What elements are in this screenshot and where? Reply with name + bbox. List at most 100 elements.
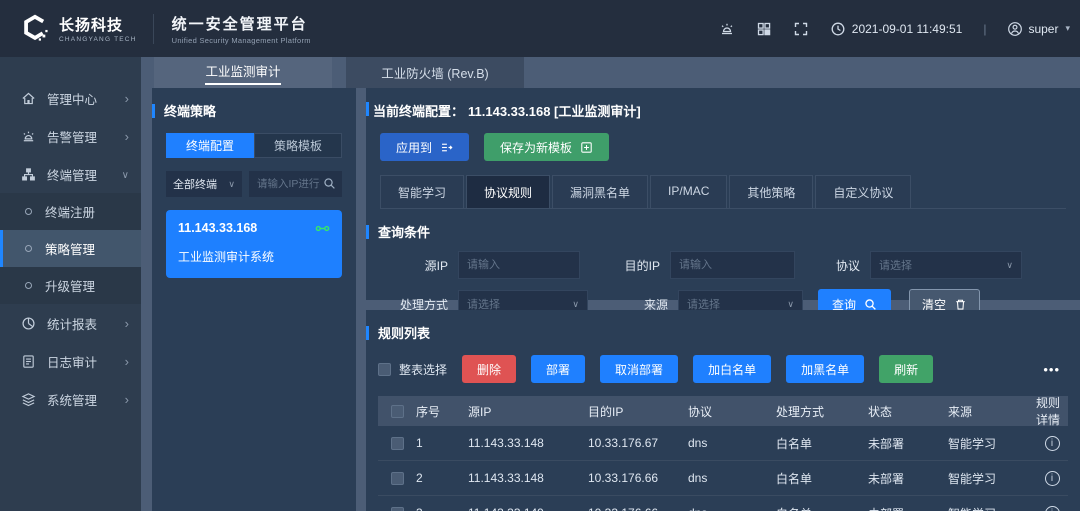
brand-text: 长扬科技 CHANGYANG TECH (59, 14, 137, 43)
terminal-card-selected[interactable]: 11.143.33.168 工业监测审计系统 (166, 210, 342, 278)
col-no: 序号 (416, 403, 468, 420)
col-status: 状态 (868, 403, 948, 420)
subtab-protocol-rules[interactable]: 协议规则 (466, 175, 550, 208)
chevron-right-icon (125, 355, 129, 368)
sidebar-item-system-management[interactable]: 系统管理 (0, 380, 141, 418)
chevron-down-icon (122, 167, 129, 181)
sidebar-subitem-label: 终端注册 (45, 202, 95, 221)
apply-to-button[interactable]: 应用到 (380, 133, 469, 161)
sidebar-item-statistics-report[interactable]: 统计报表 (0, 304, 141, 342)
brand-logo[interactable]: 长扬科技 CHANGYANG TECH (0, 14, 153, 44)
query-row-1: 源IP 目的IP 协议 请选择 (380, 251, 1066, 279)
add-whitelist-button[interactable]: 加白名单 (693, 355, 771, 383)
top-header: 长扬科技 CHANGYANG TECH 统一安全管理平台 Unified Sec… (0, 0, 1080, 57)
rule-detail-info-icon[interactable]: i (1045, 436, 1060, 451)
tab-industrial-monitor-audit[interactable]: 工业监测审计 (154, 57, 332, 88)
sidebar-item-label: 管理中心 (47, 89, 97, 108)
subtab-custom-protocol[interactable]: 自定义协议 (815, 175, 911, 208)
sidebar-item-management-center[interactable]: 管理中心 (0, 79, 141, 117)
row-checkbox[interactable] (391, 472, 404, 485)
policy-subtabs: 智能学习 协议规则 漏洞黑名单 IP/MAC 其他策略 自定义协议 (380, 175, 1066, 209)
policy-toggle: 终端配置 策略模板 (166, 133, 342, 158)
rule-detail-info-icon[interactable]: i (1045, 471, 1060, 486)
sidebar-subitem-upgrade-management[interactable]: 升级管理 (0, 267, 141, 304)
sidebar-subitem-policy-management[interactable]: 策略管理 (0, 230, 141, 267)
apps-grid-icon[interactable] (756, 21, 772, 37)
delete-button[interactable]: 删除 (462, 355, 516, 383)
title-accent-bar (152, 104, 155, 118)
toggle-policy-template[interactable]: 策略模板 (254, 133, 342, 158)
cell-no: 2 (416, 471, 468, 485)
title-accent-bar (366, 102, 369, 116)
header-checkbox[interactable] (391, 405, 404, 418)
refresh-button[interactable]: 刷新 (879, 355, 933, 383)
tab-industrial-firewall[interactable]: 工业防火墙 (Rev.B) (346, 57, 524, 88)
dst-ip-input[interactable] (670, 251, 795, 279)
apply-to-label: 应用到 (396, 139, 432, 156)
username-text: super (1028, 22, 1058, 36)
sidebar-item-terminal-management[interactable]: 终端管理 (0, 155, 141, 193)
protocol-group: 协议 请选择 (826, 251, 1022, 279)
rules-table: 序号 源IP 目的IP 协议 处理方式 状态 来源 规则详情 1 (378, 396, 1068, 513)
toggle-terminal-config[interactable]: 终端配置 (166, 133, 254, 158)
sitemap-icon (21, 167, 36, 182)
config-title-value: 11.143.33.168 [工业监测审计] (468, 101, 641, 120)
col-method: 处理方式 (776, 403, 868, 420)
plus-square-icon (580, 141, 593, 154)
all-terminals-select[interactable]: 全部终端 (166, 171, 242, 197)
trash-icon (954, 298, 967, 311)
tab-label: 工业监测审计 (205, 61, 280, 85)
sidebar-item-log-audit[interactable]: 日志审计 (0, 342, 141, 380)
sidebar-item-label: 日志审计 (47, 352, 97, 371)
platform-title-block: 统一安全管理平台 Unified Security Management Pla… (154, 13, 311, 45)
user-icon (1007, 21, 1023, 37)
fullscreen-icon[interactable] (793, 21, 809, 37)
user-menu[interactable]: super (1007, 21, 1070, 37)
save-as-template-button[interactable]: 保存为新模板 (484, 133, 609, 161)
rules-table-header: 序号 源IP 目的IP 协议 处理方式 状态 来源 规则详情 (378, 396, 1068, 426)
rule-actions-row: 整表选择 删除 部署 取消部署 加白名单 加黑名单 刷新 ••• (378, 355, 1068, 383)
header-pipe: | (983, 22, 986, 36)
add-blacklist-button[interactable]: 加黑名单 (786, 355, 864, 383)
undeploy-button[interactable]: 取消部署 (600, 355, 678, 383)
pie-chart-icon (21, 316, 36, 331)
chevron-right-icon (125, 317, 129, 330)
cell-src-ip: 11.143.33.148 (468, 436, 588, 450)
select-all-checkbox[interactable] (378, 363, 391, 376)
chevron-right-icon (125, 92, 129, 105)
search-icon[interactable] (323, 177, 336, 190)
bullet-circle-icon (25, 245, 32, 252)
tab-label: 工业防火墙 (Rev.B) (381, 63, 488, 82)
terminal-policy-title-row: 终端策略 (152, 101, 342, 120)
deploy-button[interactable]: 部署 (531, 355, 585, 383)
app-root: 长扬科技 CHANGYANG TECH 统一安全管理平台 Unified Sec… (0, 0, 1080, 513)
subtab-other-policy[interactable]: 其他策略 (729, 175, 813, 208)
alarm-beacon-icon[interactable] (719, 21, 735, 37)
more-options-icon[interactable]: ••• (1043, 362, 1060, 377)
right-column: 当前终端配置： 11.143.33.168 [工业监测审计] 应用到 保存为新模… (366, 88, 1080, 513)
col-src-ip: 源IP (468, 403, 588, 420)
sidebar-item-alarm-management[interactable]: 告警管理 (0, 117, 141, 155)
sidebar-subitem-terminal-register[interactable]: 终端注册 (0, 193, 141, 230)
rule-list-title-row: 规则列表 (366, 323, 1068, 342)
cell-method: 白名单 (776, 435, 868, 452)
src-ip-input[interactable] (458, 251, 580, 279)
row-checkbox[interactable] (391, 437, 404, 450)
config-title-label: 当前终端配置： (373, 101, 464, 120)
terminal-policy-title: 终端策略 (164, 101, 216, 120)
protocol-label: 协议 (826, 257, 860, 274)
sidebar-item-label: 告警管理 (47, 127, 97, 146)
title-accent-bar (366, 326, 369, 340)
protocol-select[interactable]: 请选择 (870, 251, 1022, 279)
clock-icon (830, 21, 846, 37)
subtab-vuln-blacklist[interactable]: 漏洞黑名单 (552, 175, 648, 208)
save-as-template-label: 保存为新模板 (500, 139, 572, 156)
sidebar-nav: 管理中心 告警管理 终端管理 终端注册 策略管理 (0, 57, 141, 513)
subtab-ip-mac[interactable]: IP/MAC (650, 175, 727, 208)
brand-name-en: CHANGYANG TECH (59, 36, 137, 43)
col-dst-ip: 目的IP (588, 403, 688, 420)
subtab-smart-learning[interactable]: 智能学习 (380, 175, 464, 208)
cell-protocol: dns (688, 436, 776, 450)
sidebar-item-label: 终端管理 (47, 165, 97, 184)
changyang-logo-icon (20, 14, 50, 44)
